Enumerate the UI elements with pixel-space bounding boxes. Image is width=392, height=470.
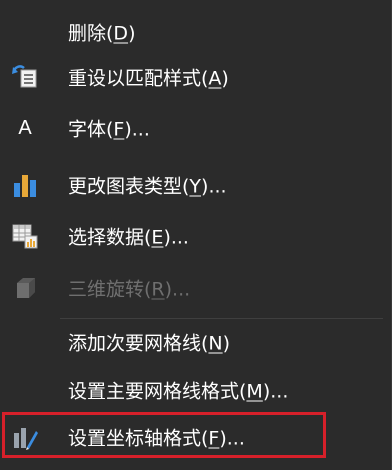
- menu-item-add-minor-gridlines[interactable]: 添加次要网格线(N): [0, 322, 392, 362]
- menu-item-label: 删除(D): [68, 22, 136, 45]
- 3d-rotate-icon: [10, 273, 40, 303]
- reset-style-icon: [10, 62, 40, 92]
- menu-item-select-data[interactable]: 选择数据(E)...: [0, 216, 392, 256]
- font-icon: A: [18, 116, 32, 139]
- menu-item-change-chart-type[interactable]: 更改图表类型(Y)...: [0, 165, 392, 205]
- menu-item-label: 重设以匹配样式(A): [68, 67, 229, 90]
- bar-chart-icon: [10, 170, 40, 200]
- menu-item-reset-style[interactable]: 重设以匹配样式(A): [0, 57, 392, 97]
- menu-item-label: 字体(F)...: [68, 118, 150, 141]
- select-data-icon: [10, 221, 40, 251]
- menu-item-label: 选择数据(E)...: [68, 226, 189, 249]
- menu-item-label: 设置主要网格线格式(M)...: [68, 380, 289, 403]
- menu-item-delete[interactable]: 删除(D): [0, 12, 392, 52]
- format-axis-icon: [10, 422, 40, 452]
- menu-item-format-axis[interactable]: 设置坐标轴格式(F)...: [0, 417, 392, 457]
- context-menu: 删除(D) 重设以匹配样式(A) A 字体(F)... 更改图表类型(Y)...…: [0, 0, 392, 470]
- menu-item-label: 添加次要网格线(N): [68, 332, 231, 355]
- menu-separator: [60, 318, 383, 319]
- menu-item-font[interactable]: A 字体(F)...: [0, 108, 392, 148]
- menu-item-label: 设置坐标轴格式(F)...: [68, 427, 245, 450]
- menu-item-label: 三维旋转(R)...: [68, 278, 191, 301]
- menu-item-label: 更改图表类型(Y)...: [68, 175, 227, 198]
- menu-item-format-major-gridlines[interactable]: 设置主要网格线格式(M)...: [0, 370, 392, 410]
- menu-item-3d-rotation: 三维旋转(R)...: [0, 268, 392, 308]
